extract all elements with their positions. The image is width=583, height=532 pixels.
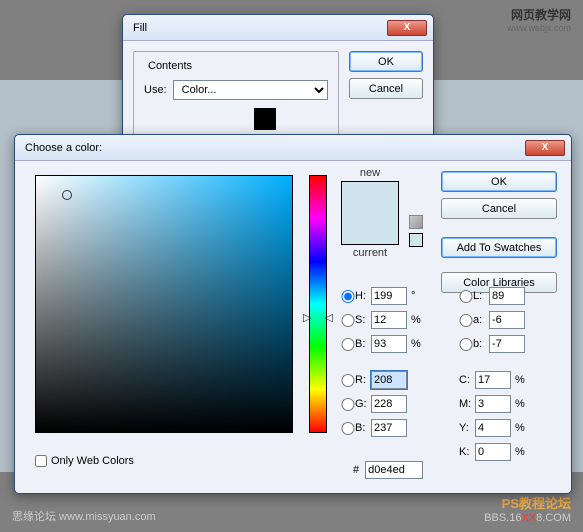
contents-legend: Contents: [144, 60, 196, 72]
s-unit: %: [411, 314, 425, 326]
lab-b-radio[interactable]: [459, 338, 473, 351]
bb-label: B:: [355, 422, 371, 434]
picker-title: Choose a color:: [21, 142, 525, 154]
hex-prefix: #: [353, 464, 359, 476]
watermark-top-right: 网页教学网 www.webjx.com: [507, 6, 571, 33]
new-current-preview: new current: [341, 167, 399, 259]
close-icon[interactable]: X: [525, 140, 565, 156]
a-radio[interactable]: [459, 314, 473, 327]
h-input[interactable]: [371, 287, 407, 305]
only-web-colors-label: Only Web Colors: [51, 455, 134, 467]
s-label: S:: [355, 314, 371, 326]
h-radio[interactable]: [341, 290, 355, 303]
c-label: C:: [459, 374, 475, 386]
g-label: G:: [355, 398, 371, 410]
c-unit: %: [515, 374, 529, 386]
hue-slider[interactable]: [309, 175, 327, 433]
contents-fieldset: Contents Use: Color...: [133, 51, 339, 145]
c-input[interactable]: [475, 371, 511, 389]
add-to-swatches-button[interactable]: Add To Swatches: [441, 237, 557, 258]
r-label: R:: [355, 374, 371, 386]
r-radio[interactable]: [341, 374, 355, 387]
web-safe-swatch-icon[interactable]: [409, 233, 423, 247]
bb-radio[interactable]: [341, 422, 355, 435]
bv-unit: %: [411, 338, 425, 350]
m-unit: %: [515, 398, 529, 410]
use-label: Use:: [144, 84, 167, 96]
hue-pointer-icon: [303, 311, 333, 324]
new-label: new: [341, 167, 399, 179]
watermark-bottom-left: 思缘论坛 www.missyuan.com: [12, 508, 156, 524]
fill-cancel-button[interactable]: Cancel: [349, 78, 423, 99]
picker-cancel-button[interactable]: Cancel: [441, 198, 557, 219]
lab-b-label: b:: [473, 338, 489, 350]
k-unit: %: [515, 446, 529, 458]
l-radio[interactable]: [459, 290, 473, 303]
s-input[interactable]: [371, 311, 407, 329]
picker-ok-button[interactable]: OK: [441, 171, 557, 192]
hex-input[interactable]: [365, 461, 423, 479]
only-web-colors-checkbox[interactable]: [35, 455, 47, 467]
gamut-warning-icon[interactable]: [409, 215, 423, 229]
g-radio[interactable]: [341, 398, 355, 411]
k-input[interactable]: [475, 443, 511, 461]
current-label: current: [341, 247, 399, 259]
lab-b-input[interactable]: [489, 335, 525, 353]
bv-input[interactable]: [371, 335, 407, 353]
r-input[interactable]: [371, 371, 407, 389]
y-input[interactable]: [475, 419, 511, 437]
bv-label: B:: [355, 338, 371, 350]
a-input[interactable]: [489, 311, 525, 329]
fill-dialog: Fill X Contents Use: Color... OK Cancel: [122, 14, 434, 154]
a-label: a:: [473, 314, 489, 326]
y-label: Y:: [459, 422, 475, 434]
use-select[interactable]: Color...: [173, 80, 328, 100]
fill-title: Fill: [129, 22, 387, 34]
color-preview-swatch[interactable]: [341, 181, 399, 245]
g-input[interactable]: [371, 395, 407, 413]
h-label: H:: [355, 290, 371, 302]
k-label: K:: [459, 446, 475, 458]
h-unit: °: [411, 290, 425, 302]
picker-titlebar[interactable]: Choose a color: X: [15, 135, 571, 161]
m-input[interactable]: [475, 395, 511, 413]
color-picker-dialog: Choose a color: X new current OK Cancel …: [14, 134, 572, 494]
fill-titlebar[interactable]: Fill X: [123, 15, 433, 41]
close-icon[interactable]: X: [387, 20, 427, 36]
fill-ok-button[interactable]: OK: [349, 51, 423, 72]
l-label: L:: [473, 290, 489, 302]
bv-radio[interactable]: [341, 338, 355, 351]
sv-cursor-icon: [62, 190, 72, 200]
fill-color-swatch[interactable]: [254, 108, 276, 130]
watermark-bottom-right: PS教程论坛 BBS.16XX8.COM: [484, 493, 571, 524]
l-input[interactable]: [489, 287, 525, 305]
s-radio[interactable]: [341, 314, 355, 327]
m-label: M:: [459, 398, 475, 410]
y-unit: %: [515, 422, 529, 434]
bb-input[interactable]: [371, 419, 407, 437]
saturation-value-field[interactable]: [35, 175, 293, 433]
